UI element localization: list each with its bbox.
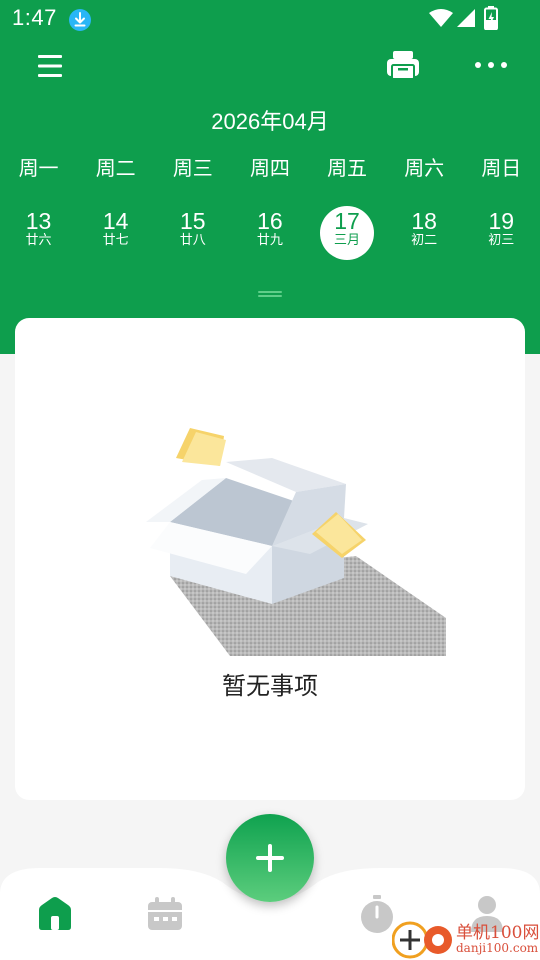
signal-icon bbox=[457, 9, 475, 27]
date-number: 19 bbox=[488, 208, 515, 234]
weekday-label: 周二 bbox=[95, 156, 136, 180]
hamburger-menu-icon[interactable] bbox=[36, 52, 64, 80]
watermark-url: danji100.com bbox=[456, 941, 539, 955]
date-cell[interactable]: 13 廿六 bbox=[0, 204, 77, 260]
printer-icon[interactable] bbox=[386, 50, 420, 82]
watermark-text: 单机100网 bbox=[456, 923, 540, 943]
weekday-label: 周五 bbox=[327, 156, 368, 180]
wifi-icon bbox=[429, 9, 453, 27]
date-number: 17 bbox=[334, 208, 360, 234]
lunar-date: 初三 bbox=[488, 233, 515, 248]
lunar-date: 廿九 bbox=[256, 233, 283, 248]
download-icon bbox=[69, 9, 91, 31]
date-number: 13 bbox=[25, 208, 52, 234]
add-task-button[interactable] bbox=[226, 814, 314, 902]
calendar-icon[interactable] bbox=[146, 896, 184, 932]
battery-icon bbox=[484, 6, 498, 30]
month-title[interactable]: 2026年04月 bbox=[0, 104, 540, 136]
drag-handle-icon[interactable] bbox=[258, 290, 282, 298]
lunar-date: 三月 bbox=[334, 233, 361, 248]
home-icon[interactable] bbox=[36, 896, 74, 932]
week-dates: 13 廿六 14 廿七 15 廿八 16 廿九 17 三月 18 初二 19 初… bbox=[0, 204, 540, 260]
more-dots-icon[interactable] bbox=[472, 58, 510, 72]
empty-state-text: 暂无事项 bbox=[222, 672, 318, 700]
date-number: 16 bbox=[257, 208, 283, 234]
date-cell[interactable]: 14 廿七 bbox=[77, 204, 154, 260]
date-cell[interactable]: 18 初二 bbox=[386, 204, 463, 260]
date-cell-selected[interactable]: 17 三月 bbox=[309, 204, 386, 260]
status-bar: 1:47 bbox=[0, 0, 540, 38]
empty-box-illustration bbox=[146, 428, 446, 656]
date-cell[interactable]: 19 初三 bbox=[463, 204, 540, 260]
lunar-date: 初二 bbox=[411, 233, 438, 248]
lunar-date: 廿六 bbox=[25, 233, 52, 248]
date-cell[interactable]: 16 廿九 bbox=[231, 204, 308, 260]
plus-icon bbox=[256, 844, 284, 872]
weekday-header: 周一 周二 周三 周四 周五 周六 周日 bbox=[0, 152, 540, 182]
date-number: 15 bbox=[180, 208, 206, 234]
weekday-label: 周六 bbox=[404, 156, 445, 180]
weekday-label: 周四 bbox=[249, 156, 290, 180]
date-number: 18 bbox=[411, 208, 437, 234]
lunar-date: 廿八 bbox=[179, 233, 206, 248]
weekday-label: 周日 bbox=[481, 156, 522, 180]
lunar-date: 廿七 bbox=[102, 233, 129, 248]
date-number: 14 bbox=[102, 208, 129, 234]
status-time: 1:47 bbox=[12, 5, 57, 30]
weekday-label: 周一 bbox=[18, 156, 59, 180]
weekday-label: 周三 bbox=[172, 156, 213, 180]
date-cell[interactable]: 15 廿八 bbox=[154, 204, 231, 260]
timer-icon[interactable] bbox=[358, 894, 396, 934]
